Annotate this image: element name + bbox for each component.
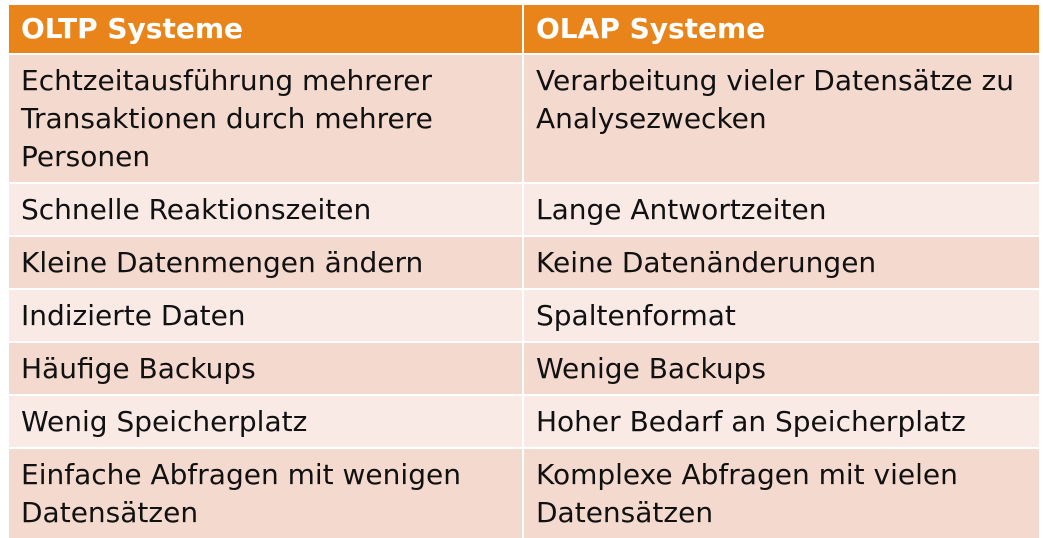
table-row: Häufige Backups Wenige Backups bbox=[9, 341, 1039, 395]
table-row: Indizierte Daten Spaltenformat bbox=[9, 288, 1039, 342]
oltp-cell: Kleine Datenmengen ändern bbox=[9, 235, 524, 289]
olap-cell: Keine Datenänderungen bbox=[523, 235, 1039, 289]
olap-cell: Komplexe Abfragen mit vielen Datensätzen bbox=[523, 447, 1039, 538]
olap-cell: Verarbeitung vieler Datensätze zu Analys… bbox=[523, 53, 1039, 183]
table-row: Schnelle Reaktionszeiten Lange Antwortze… bbox=[9, 182, 1039, 236]
table-header-row: OLTP Systeme OLAP Systeme bbox=[9, 5, 1039, 54]
header-olap: OLAP Systeme bbox=[523, 5, 1039, 54]
oltp-cell: Wenig Speicherplatz bbox=[9, 394, 524, 448]
oltp-cell: Häufige Backups bbox=[9, 341, 524, 395]
oltp-cell: Schnelle Reaktionszeiten bbox=[9, 182, 524, 236]
oltp-cell: Echtzeitausführung mehrerer Transaktione… bbox=[9, 53, 524, 183]
table-row: Wenig Speicherplatz Hoher Bedarf an Spei… bbox=[9, 394, 1039, 448]
olap-cell: Lange Antwortzeiten bbox=[523, 182, 1039, 236]
olap-cell: Hoher Bedarf an Speicherplatz bbox=[523, 394, 1039, 448]
olap-cell: Spaltenformat bbox=[523, 288, 1039, 342]
oltp-cell: Indizierte Daten bbox=[9, 288, 524, 342]
oltp-cell: Einfache Abfragen mit wenigen Datensätze… bbox=[9, 447, 524, 538]
table-row: Kleine Datenmengen ändern Keine Datenänd… bbox=[9, 235, 1039, 289]
table-row: Echtzeitausführung mehrerer Transaktione… bbox=[9, 53, 1039, 183]
comparison-table: OLTP Systeme OLAP Systeme Echtzeitausfüh… bbox=[9, 5, 1039, 538]
header-oltp: OLTP Systeme bbox=[9, 5, 524, 54]
olap-cell: Wenige Backups bbox=[523, 341, 1039, 395]
table-row: Einfache Abfragen mit wenigen Datensätze… bbox=[9, 447, 1039, 538]
